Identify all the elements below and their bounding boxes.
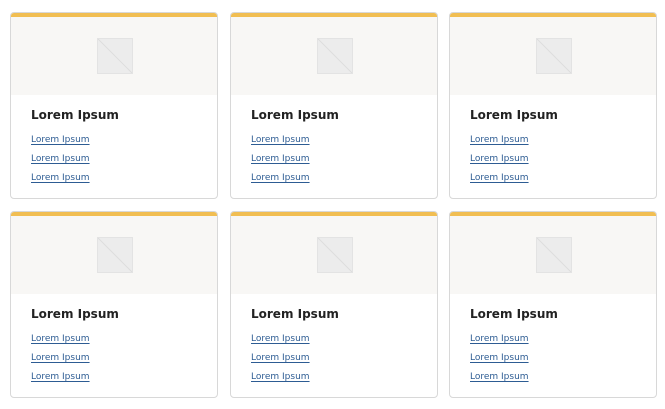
card-media bbox=[11, 17, 217, 95]
card-link[interactable]: Lorem Ipsum bbox=[31, 331, 90, 347]
image-placeholder-icon bbox=[97, 38, 133, 74]
card: Lorem Ipsum Lorem Ipsum Lorem Ipsum Lore… bbox=[10, 211, 218, 398]
card-links: Lorem Ipsum Lorem Ipsum Lorem Ipsum bbox=[470, 331, 636, 385]
image-placeholder-icon bbox=[317, 237, 353, 273]
card-title: Lorem Ipsum bbox=[470, 108, 558, 122]
card-media bbox=[11, 216, 217, 294]
card: Lorem Ipsum Lorem Ipsum Lorem Ipsum Lore… bbox=[230, 211, 438, 398]
card-link[interactable]: Lorem Ipsum bbox=[470, 331, 529, 347]
card-links: Lorem Ipsum Lorem Ipsum Lorem Ipsum bbox=[251, 331, 417, 385]
card-link[interactable]: Lorem Ipsum bbox=[251, 170, 310, 186]
card-link[interactable]: Lorem Ipsum bbox=[31, 132, 90, 148]
card-title: Lorem Ipsum bbox=[251, 108, 339, 122]
image-placeholder-icon bbox=[317, 38, 353, 74]
card-link[interactable]: Lorem Ipsum bbox=[251, 369, 310, 385]
card-media bbox=[231, 216, 437, 294]
image-placeholder-icon bbox=[97, 237, 133, 273]
card-title: Lorem Ipsum bbox=[31, 307, 119, 321]
card-media bbox=[450, 17, 656, 95]
card-link[interactable]: Lorem Ipsum bbox=[31, 369, 90, 385]
card-link[interactable]: Lorem Ipsum bbox=[251, 350, 310, 366]
card-link[interactable]: Lorem Ipsum bbox=[251, 151, 310, 167]
card-link[interactable]: Lorem Ipsum bbox=[31, 170, 90, 186]
card-body: Lorem Ipsum Lorem Ipsum Lorem Ipsum Lore… bbox=[11, 95, 217, 186]
card-link[interactable]: Lorem Ipsum bbox=[470, 369, 529, 385]
card-link[interactable]: Lorem Ipsum bbox=[31, 350, 90, 366]
card-body: Lorem Ipsum Lorem Ipsum Lorem Ipsum Lore… bbox=[231, 294, 437, 385]
image-placeholder-icon bbox=[536, 38, 572, 74]
image-placeholder-icon bbox=[536, 237, 572, 273]
card: Lorem Ipsum Lorem Ipsum Lorem Ipsum Lore… bbox=[449, 12, 657, 199]
card-link[interactable]: Lorem Ipsum bbox=[251, 331, 310, 347]
card-body: Lorem Ipsum Lorem Ipsum Lorem Ipsum Lore… bbox=[231, 95, 437, 186]
card: Lorem Ipsum Lorem Ipsum Lorem Ipsum Lore… bbox=[449, 211, 657, 398]
card: Lorem Ipsum Lorem Ipsum Lorem Ipsum Lore… bbox=[230, 12, 438, 199]
card-media bbox=[231, 17, 437, 95]
card-title: Lorem Ipsum bbox=[251, 307, 339, 321]
card-body: Lorem Ipsum Lorem Ipsum Lorem Ipsum Lore… bbox=[450, 294, 656, 385]
card-title: Lorem Ipsum bbox=[470, 307, 558, 321]
card-body: Lorem Ipsum Lorem Ipsum Lorem Ipsum Lore… bbox=[11, 294, 217, 385]
card-link[interactable]: Lorem Ipsum bbox=[470, 350, 529, 366]
card-grid: Lorem Ipsum Lorem Ipsum Lorem Ipsum Lore… bbox=[0, 0, 665, 409]
card: Lorem Ipsum Lorem Ipsum Lorem Ipsum Lore… bbox=[10, 12, 218, 199]
card-link[interactable]: Lorem Ipsum bbox=[31, 151, 90, 167]
card-link[interactable]: Lorem Ipsum bbox=[470, 132, 529, 148]
card-link[interactable]: Lorem Ipsum bbox=[251, 132, 310, 148]
card-title: Lorem Ipsum bbox=[31, 108, 119, 122]
card-links: Lorem Ipsum Lorem Ipsum Lorem Ipsum bbox=[251, 132, 417, 186]
card-link[interactable]: Lorem Ipsum bbox=[470, 170, 529, 186]
card-links: Lorem Ipsum Lorem Ipsum Lorem Ipsum bbox=[470, 132, 636, 186]
card-body: Lorem Ipsum Lorem Ipsum Lorem Ipsum Lore… bbox=[450, 95, 656, 186]
card-link[interactable]: Lorem Ipsum bbox=[470, 151, 529, 167]
card-links: Lorem Ipsum Lorem Ipsum Lorem Ipsum bbox=[31, 331, 197, 385]
card-links: Lorem Ipsum Lorem Ipsum Lorem Ipsum bbox=[31, 132, 197, 186]
card-media bbox=[450, 216, 656, 294]
